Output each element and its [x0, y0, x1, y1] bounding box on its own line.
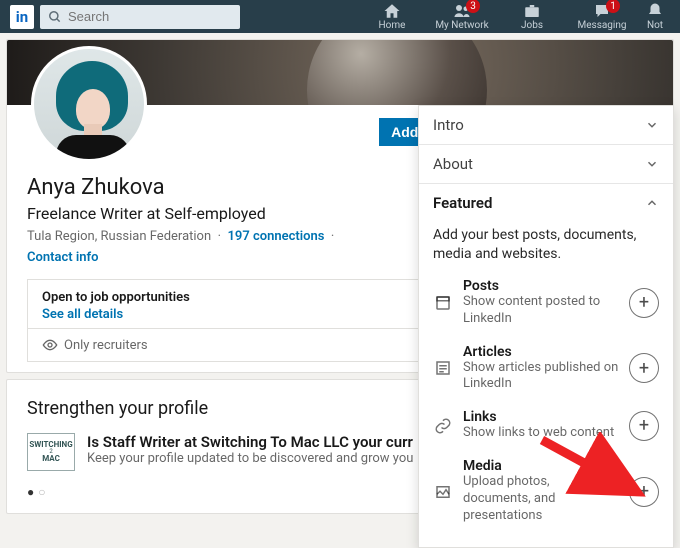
- nav-label: Not: [640, 20, 670, 31]
- avatar[interactable]: [31, 46, 147, 162]
- featured-posts: Posts Show content posted to LinkedIn +: [433, 270, 659, 336]
- nav-label: Jobs: [500, 20, 564, 31]
- add-links-button[interactable]: +: [629, 411, 659, 441]
- add-media-button[interactable]: +: [629, 477, 659, 507]
- dd-featured[interactable]: Featured: [419, 183, 673, 222]
- add-posts-button[interactable]: +: [629, 288, 659, 318]
- tip-thumbnail: SWITCHING 2 MAC: [27, 433, 75, 471]
- chevron-down-icon: [645, 118, 659, 132]
- add-section-dropdown: Intro About Featured Add your best posts…: [418, 105, 674, 548]
- tip-sub: Keep your profile updated to be discover…: [87, 451, 413, 466]
- chevron-down-icon: [645, 157, 659, 171]
- featured-articles: Articles Show articles published on Link…: [433, 336, 659, 402]
- contact-info-link[interactable]: Contact info: [27, 250, 98, 265]
- eye-icon: [42, 337, 58, 353]
- profile-location: Tula Region, Russian Federation: [27, 229, 211, 244]
- featured-description: Add your best posts, documents, media an…: [433, 226, 659, 264]
- chevron-up-icon: [645, 196, 659, 210]
- link-icon: [434, 417, 452, 435]
- dd-intro[interactable]: Intro: [419, 106, 673, 144]
- nav-notifications[interactable]: Not: [640, 2, 670, 31]
- bell-icon: [646, 2, 664, 20]
- top-nav: in Home 3 My Network Jobs 1 Messaging No…: [0, 0, 680, 33]
- only-recruiters-label: Only recruiters: [64, 338, 148, 353]
- featured-media: Media Upload photos, documents, and pres…: [433, 450, 659, 533]
- nav-home[interactable]: Home: [360, 2, 424, 31]
- nav-label: Home: [360, 20, 424, 31]
- nav-messaging[interactable]: 1 Messaging: [570, 2, 634, 31]
- add-articles-button[interactable]: +: [629, 353, 659, 383]
- nav-network[interactable]: 3 My Network: [430, 2, 494, 31]
- connections-link[interactable]: 197 connections: [227, 229, 324, 244]
- nav-label: My Network: [430, 20, 494, 31]
- tip-title: Is Staff Writer at Switching To Mac LLC …: [87, 433, 413, 451]
- article-icon: [434, 359, 452, 377]
- media-icon: [434, 483, 452, 501]
- featured-links: Links Show links to web content +: [433, 401, 659, 450]
- home-icon: [383, 2, 401, 20]
- nav-jobs[interactable]: Jobs: [500, 2, 564, 31]
- post-icon: [434, 294, 452, 312]
- search-input[interactable]: [40, 5, 240, 29]
- briefcase-icon: [523, 2, 541, 20]
- nav-label: Messaging: [570, 20, 634, 31]
- search-icon: [48, 10, 62, 24]
- linkedin-logo[interactable]: in: [10, 5, 34, 29]
- dd-about[interactable]: About: [419, 144, 673, 183]
